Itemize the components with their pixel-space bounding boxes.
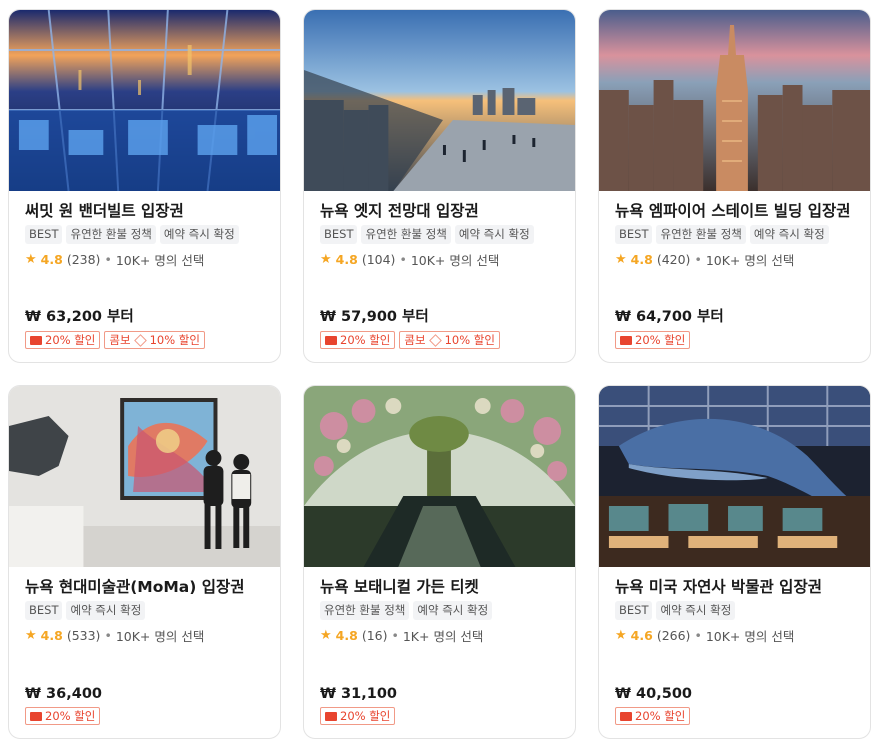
price: ₩ 57,900 부터 — [320, 309, 429, 325]
review-count: (533) — [66, 628, 101, 643]
product-image[interactable] — [304, 386, 575, 567]
separator-dot: • — [104, 628, 112, 643]
product-image[interactable] — [9, 10, 280, 191]
tag-best: BEST — [615, 225, 653, 244]
rating-score: 4.8 — [335, 628, 358, 643]
product-card-moma[interactable]: 뉴욕 현대미술관(MoMa) 입장권 BEST 예약 즉시 확정 ★ 4.8 (… — [8, 385, 281, 739]
coupon-icon — [325, 711, 337, 721]
tag-instant: 예약 즉시 확정 — [66, 601, 146, 620]
tag-refund: 유연한 환불 정책 — [361, 225, 451, 244]
star-icon: ★ — [25, 252, 37, 267]
product-title[interactable]: 뉴욕 엠파이어 스테이트 빌딩 입장권 — [615, 201, 858, 222]
star-icon: ★ — [320, 628, 332, 643]
product-title[interactable]: 써밋 원 밴더빌트 입장권 — [25, 201, 268, 222]
coupon-icon — [325, 335, 337, 345]
product-card-empire-state[interactable]: 뉴욕 엠파이어 스테이트 빌딩 입장권 BEST 유연한 환불 정책 예약 즉시… — [598, 9, 871, 363]
product-image[interactable] — [599, 386, 870, 567]
tag-instant: 예약 즉시 확정 — [749, 225, 829, 244]
separator-dot: • — [694, 628, 702, 643]
diamond-icon — [428, 333, 442, 347]
combo-badge: 콤보 10% 할인 — [104, 331, 205, 349]
product-card-summit[interactable]: 써밋 원 밴더빌트 입장권 BEST 유연한 환불 정책 예약 즉시 확정 ★ … — [8, 9, 281, 363]
star-icon: ★ — [615, 628, 627, 643]
product-image[interactable] — [9, 386, 280, 567]
review-count: (420) — [656, 252, 691, 267]
product-title[interactable]: 뉴욕 엣지 전망대 입장권 — [320, 201, 563, 222]
coupon-icon — [620, 711, 632, 721]
combo-badge: 콤보 10% 할인 — [399, 331, 500, 349]
coupon-icon — [30, 335, 42, 345]
price: ₩ 31,100 — [320, 686, 397, 702]
tag-best: BEST — [25, 601, 63, 620]
product-card-edge[interactable]: 뉴욕 엣지 전망대 입장권 BEST 유연한 환불 정책 예약 즉시 확정 ★ … — [303, 9, 576, 363]
tag-best: BEST — [25, 225, 63, 244]
coupon-icon — [620, 335, 632, 345]
popularity-text: 10K+ 명의 선택 — [115, 629, 205, 644]
separator-dot: • — [391, 628, 399, 643]
product-title[interactable]: 뉴욕 보태니컬 가든 티켓 — [320, 577, 563, 598]
discount-badge: 20% 할인 — [320, 331, 396, 349]
price: ₩ 40,500 — [615, 686, 692, 702]
popularity-text: 10K+ 명의 선택 — [705, 253, 795, 268]
rating-score: 4.6 — [630, 628, 653, 643]
tag-instant: 예약 즉시 확정 — [413, 601, 493, 620]
tag-refund: 유연한 환불 정책 — [320, 601, 410, 620]
diamond-icon — [133, 333, 147, 347]
price: ₩ 36,400 — [25, 686, 102, 702]
product-title[interactable]: 뉴욕 현대미술관(MoMa) 입장권 — [25, 577, 268, 598]
separator-dot: • — [399, 252, 407, 267]
product-image[interactable] — [599, 10, 870, 191]
tag-best: BEST — [615, 601, 653, 620]
review-count: (238) — [66, 252, 101, 267]
rating-score: 4.8 — [630, 252, 653, 267]
star-icon: ★ — [25, 628, 37, 643]
star-icon: ★ — [320, 252, 332, 267]
product-card-botanical-garden[interactable]: 뉴욕 보태니컬 가든 티켓 유연한 환불 정책 예약 즉시 확정 ★ 4.8 (… — [303, 385, 576, 739]
popularity-text: 10K+ 명의 선택 — [410, 253, 500, 268]
rating-score: 4.8 — [40, 628, 63, 643]
review-count: (266) — [656, 628, 691, 643]
discount-badge: 20% 할인 — [25, 331, 101, 349]
discount-badge: 20% 할인 — [25, 707, 101, 725]
separator-dot: • — [104, 252, 112, 267]
tag-best: BEST — [320, 225, 358, 244]
tag-refund: 유연한 환불 정책 — [66, 225, 156, 244]
star-icon: ★ — [615, 252, 627, 267]
coupon-icon — [30, 711, 42, 721]
discount-badge: 20% 할인 — [615, 707, 691, 725]
tag-instant: 예약 즉시 확정 — [656, 601, 736, 620]
separator-dot: • — [694, 252, 702, 267]
rating-score: 4.8 — [335, 252, 358, 267]
product-image[interactable] — [304, 10, 575, 191]
price: ₩ 64,700 부터 — [615, 309, 724, 325]
popularity-text: 10K+ 명의 선택 — [115, 253, 205, 268]
review-count: (104) — [361, 252, 396, 267]
tag-instant: 예약 즉시 확정 — [454, 225, 534, 244]
discount-badge: 20% 할인 — [615, 331, 691, 349]
discount-badge: 20% 할인 — [320, 707, 396, 725]
rating-score: 4.8 — [40, 252, 63, 267]
tag-instant: 예약 즉시 확정 — [159, 225, 239, 244]
tag-refund: 유연한 환불 정책 — [656, 225, 746, 244]
popularity-text: 1K+ 명의 선택 — [402, 629, 484, 644]
product-title[interactable]: 뉴욕 미국 자연사 박물관 입장권 — [615, 577, 858, 598]
review-count: (16) — [361, 628, 388, 643]
popularity-text: 10K+ 명의 선택 — [705, 629, 795, 644]
price: ₩ 63,200 부터 — [25, 309, 134, 325]
product-card-natural-history-museum[interactable]: 뉴욕 미국 자연사 박물관 입장권 BEST 예약 즉시 확정 ★ 4.6 (2… — [598, 385, 871, 739]
